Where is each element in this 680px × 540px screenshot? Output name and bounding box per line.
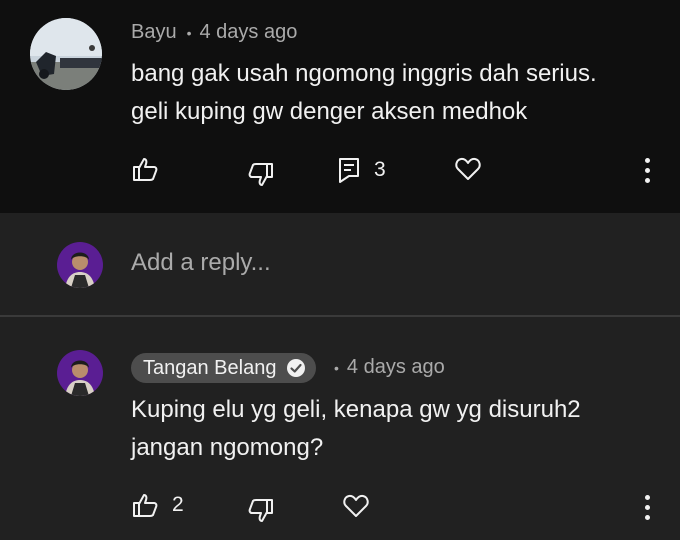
comment-header: Bayu • 4 days ago [131, 21, 297, 44]
comment-line: geli kuping gw denger aksen medhok [131, 98, 528, 125]
comment-line: bang gak usah ngomong inggris dah serius… [131, 60, 597, 87]
like-icon [133, 158, 158, 181]
verified-check-icon [287, 359, 306, 377]
heart-button[interactable] [343, 494, 369, 518]
avatar[interactable] [30, 18, 102, 90]
dislike-button[interactable] [248, 162, 274, 188]
reply-icon [339, 158, 359, 183]
timestamp[interactable]: 4 days ago [347, 356, 445, 379]
more-vert-icon[interactable] [643, 495, 651, 521]
heart-button[interactable] [455, 157, 481, 181]
dislike-icon [248, 499, 273, 522]
reply-time: • 4 days ago [334, 356, 445, 379]
add-reply-input[interactable]: Add a reply... [131, 249, 271, 277]
author-name[interactable]: Bayu [131, 21, 177, 44]
like-icon [133, 494, 158, 517]
like-button[interactable] [132, 156, 158, 182]
divider [0, 315, 680, 317]
timestamp[interactable]: 4 days ago [200, 21, 298, 44]
avatar[interactable] [57, 350, 103, 396]
comment-line: Kuping elu yg geli, kenapa gw yg disuruh… [131, 396, 581, 423]
dislike-icon [248, 163, 273, 186]
dislike-button[interactable] [248, 498, 274, 524]
reply-text: Kuping elu yg geli, kenapa gw yg disuruh… [131, 391, 581, 467]
more-vert-icon[interactable] [643, 158, 651, 184]
channel-owner-badge[interactable]: Tangan Belang [131, 353, 317, 383]
separator-dot: • [186, 24, 192, 41]
like-count: 2 [172, 493, 184, 516]
separator-dot: • [334, 359, 339, 376]
comment-line: jangan ngomong? [131, 434, 324, 461]
replies-button[interactable]: 3 [338, 157, 386, 183]
heart-icon [455, 157, 481, 180]
my-avatar [57, 242, 103, 288]
like-button[interactable]: 2 [132, 492, 184, 518]
reply-count: 3 [374, 158, 386, 181]
top-comment: Bayu • 4 days ago bang gak usah ngomong … [0, 0, 680, 213]
comment-text: bang gak usah ngomong inggris dah serius… [131, 55, 597, 131]
heart-icon [343, 494, 369, 517]
author-name: Tangan Belang [143, 356, 277, 379]
